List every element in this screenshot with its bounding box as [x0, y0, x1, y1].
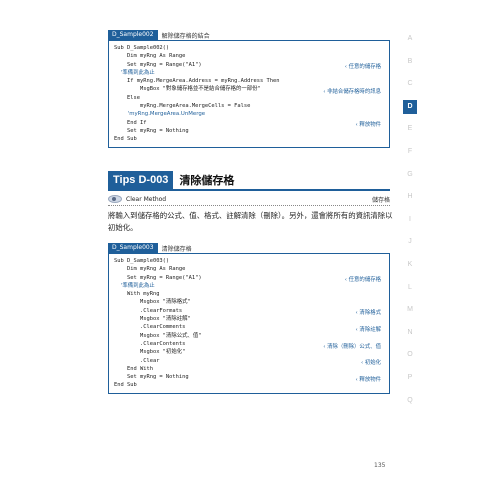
code-line: Set myRng = Nothing — [114, 374, 189, 381]
code-line: .ClearComments — [114, 324, 186, 331]
description-text: 將輸入到儲存格的公式、值、格式、註解清除（刪除）。另外，還會將所有的資訊清除以初… — [108, 211, 393, 232]
method-name: Clear Method — [126, 195, 167, 203]
code-sample-1: D_Sample002 解除儲存格的結合 Sub D_Sample002() D… — [108, 30, 390, 148]
index-tab-l: L — [408, 283, 412, 291]
code-sample-1-header: D_Sample002 解除儲存格的結合 — [108, 30, 390, 40]
index-tab-h: H — [407, 193, 413, 201]
alphabet-index: A B C D E F G H I J K L M N O P Q — [403, 32, 417, 416]
code-note: ‹ 任意的儲存格 — [344, 64, 381, 70]
disc-icon — [108, 195, 122, 203]
code-line: If myRng.MergeArea.Address = myRng.Addre… — [114, 78, 280, 85]
index-tab-n: N — [407, 328, 413, 336]
code-line: .Clear — [114, 357, 160, 364]
index-tab-a: A — [407, 35, 413, 42]
code-comment: 'myRng.MergeArea.UnMerge — [114, 111, 206, 118]
code-line: Set myRng = Range("A1") — [114, 274, 202, 281]
code-block-1: Sub D_Sample002() Dim myRng As Range Set… — [108, 40, 390, 148]
code-line: Msgbox "清除註解" — [114, 316, 191, 323]
index-tab-c: C — [407, 80, 413, 88]
index-tab-b: B — [407, 57, 413, 65]
index-tab-m: M — [407, 306, 413, 314]
index-tab-p: P — [407, 373, 413, 381]
code-line: Set myRng = Nothing — [114, 127, 189, 134]
code-sample-2: D_Sample003 清除儲存格 Sub D_Sample003() Dim … — [108, 243, 390, 394]
code-note: ‹ 清除註解 — [355, 327, 381, 333]
code-line: .ClearFormats — [114, 307, 183, 314]
code-note: ‹ 任意的儲存格 — [344, 277, 381, 283]
code-sample-2-header: D_Sample003 清除儲存格 — [108, 243, 390, 253]
index-tab-i: I — [409, 215, 411, 223]
divider — [108, 205, 390, 206]
index-tab-j: J — [408, 238, 412, 246]
code-line: Dim myRng As Range — [114, 53, 186, 60]
code-line: Dim myRng As Range — [114, 266, 186, 273]
code-line: Msgbox "清除公式、值" — [114, 332, 202, 339]
book-page: D_Sample002 解除儲存格的結合 Sub D_Sample002() D… — [0, 0, 486, 486]
object-kind: 儲存格 — [371, 196, 390, 204]
code-note: ‹ 釋放物件 — [355, 377, 381, 383]
index-tab-o: O — [407, 351, 413, 359]
tips-header: Tips D-003 清除儲存格 — [108, 171, 390, 189]
sample-title: 解除儲存格的結合 — [161, 32, 210, 40]
code-note: ‹ 初始化 — [360, 360, 381, 366]
code-comment: '準備到此為止 — [114, 282, 155, 289]
tips-rule — [108, 189, 390, 191]
code-comment: '準備到此為止 — [114, 69, 155, 76]
code-line: myRng.MergeArea.MergeCells = False — [114, 103, 251, 110]
index-tab-e: E — [407, 125, 413, 133]
method-line: Clear Method 儲存格 — [108, 194, 390, 204]
code-block-2: Sub D_Sample003() Dim myRng As Range Set… — [108, 253, 390, 394]
index-tab-q: Q — [407, 396, 413, 404]
code-line: End With — [114, 365, 153, 372]
code-note: ‹ 清除格式 — [355, 310, 381, 316]
tips-badge: Tips D-003 — [108, 171, 174, 189]
code-line: End Sub — [114, 136, 137, 143]
sample-tag: D_Sample002 — [108, 30, 158, 40]
code-line: End Sub — [114, 382, 137, 389]
code-line: Set myRng = Range("A1") — [114, 61, 202, 68]
code-note: ‹ 清除（刪除）公式、值 — [323, 344, 381, 350]
index-tab-g: G — [407, 170, 413, 178]
code-note: ‹ 釋放物件 — [355, 122, 381, 128]
code-line: Sub D_Sample002() — [114, 45, 170, 51]
code-line: Sub D_Sample003() — [114, 258, 170, 264]
code-line: Msgbox "清除格式" — [114, 299, 191, 306]
page-number: 135 — [374, 462, 386, 469]
sample-tag: D_Sample003 — [108, 243, 158, 253]
index-tab-d: D — [403, 99, 417, 114]
code-note: ‹ 非結合儲存格時的訊息 — [323, 89, 381, 95]
index-tab-k: K — [407, 260, 413, 268]
index-tab-f: F — [407, 147, 413, 155]
sample-title: 清除儲存格 — [161, 245, 192, 253]
tips-title: 清除儲存格 — [179, 174, 235, 187]
code-line: End If — [114, 119, 147, 126]
code-line: With myRng — [114, 291, 160, 298]
